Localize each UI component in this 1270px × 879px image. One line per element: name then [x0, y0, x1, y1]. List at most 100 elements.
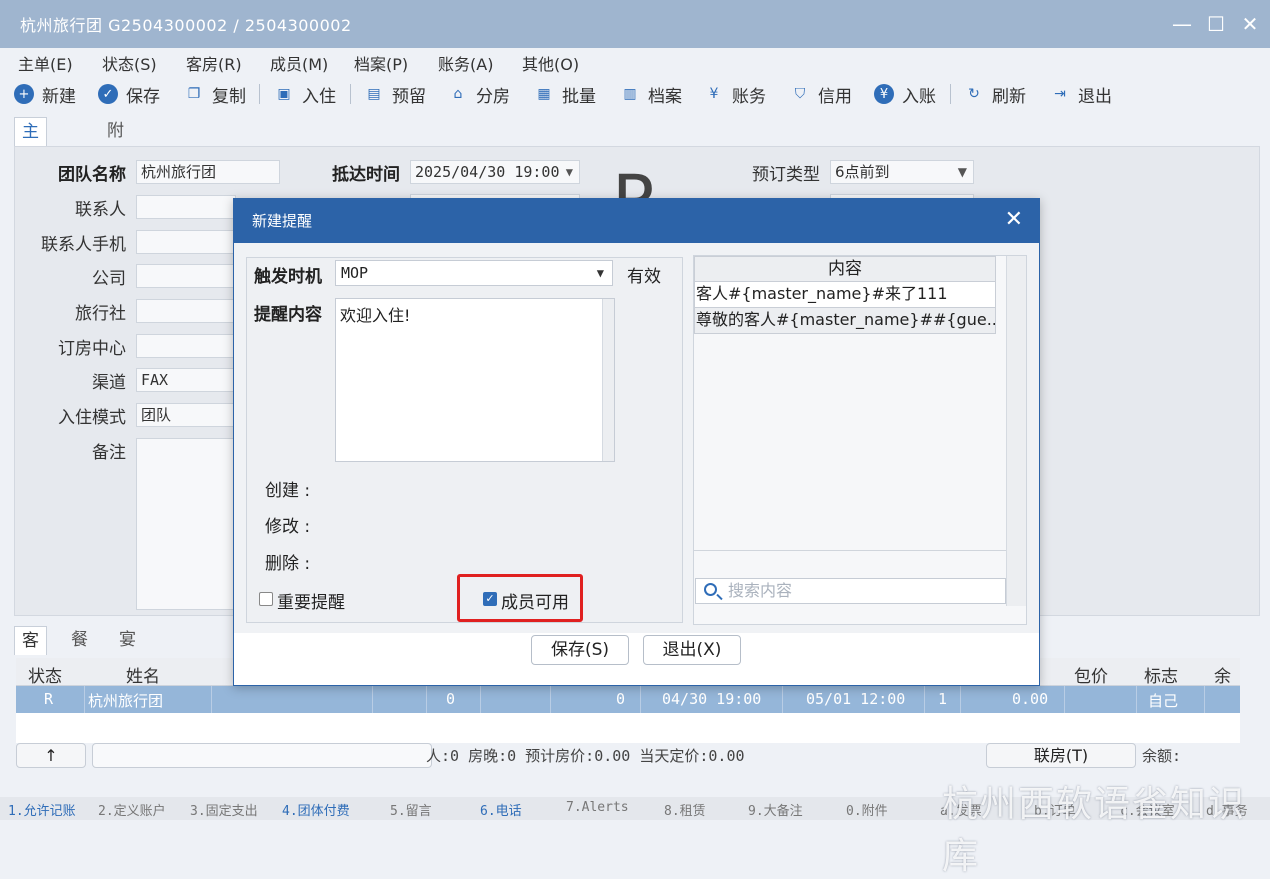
profile-label: 档案 [648, 86, 682, 107]
refresh-label: 刷新 [992, 86, 1026, 107]
channel-field[interactable]: FAX [136, 368, 236, 392]
col-divider [426, 686, 427, 713]
chevron-down-icon: ▼ [565, 165, 573, 179]
home-icon: ⌂ [453, 86, 463, 102]
table-header-content[interactable]: 内容 [694, 256, 996, 282]
col-package[interactable]: 包价 [1074, 662, 1108, 687]
group-name-field[interactable]: 杭州旅行团 [136, 160, 280, 184]
menu-master[interactable]: 主单(E) [18, 51, 73, 75]
member-available-label: 成员可用 [501, 593, 569, 613]
important-checkbox[interactable] [259, 592, 273, 606]
col-name[interactable]: 姓名 [126, 662, 160, 687]
search-input[interactable]: 搜索内容 [695, 578, 1006, 604]
content-textarea[interactable]: 欢迎入住! [335, 298, 615, 462]
tab-allow-posting[interactable]: 1.允许记账 [8, 800, 76, 819]
remark-label: 备注 [92, 443, 126, 463]
exit-dialog-button[interactable]: 退出(X) [643, 635, 741, 665]
save-button[interactable]: ✓ 保存 [98, 81, 160, 107]
tab-dining[interactable]: 餐饮 [64, 626, 95, 678]
tab-banquet[interactable]: 宴会 [112, 626, 143, 678]
tab-fixed-charges[interactable]: 3.固定支出 [190, 800, 258, 819]
col-divider [1064, 686, 1065, 713]
content-label: 提醒内容 [254, 305, 322, 325]
check-icon: ✓ [98, 84, 118, 104]
tab-phone[interactable]: 6.电话 [480, 800, 522, 819]
booking-type-field[interactable]: 6点前到 ▼ [830, 160, 974, 184]
menu-room[interactable]: 客房(R) [186, 51, 242, 75]
arrival-field[interactable]: 2025/04/30 19:00 ▼ [410, 160, 580, 184]
tab-main-info[interactable]: 主要信息 [14, 117, 47, 226]
contact-phone-field[interactable] [136, 230, 236, 254]
maximize-button[interactable]: ☐ [1204, 12, 1228, 36]
status-bar: ↑ 人:0 房晚:0 预计房价:0.00 当天定价:0.00 联房(T) 余额: [16, 741, 1240, 771]
chevron-down-icon: ▼ [957, 165, 967, 179]
col-divider [84, 686, 85, 713]
booking-center-field[interactable] [136, 334, 236, 358]
table-row[interactable]: R 杭州旅行团 0 0 04/30 19:00 05/01 12:00 1 0.… [16, 686, 1240, 713]
exit-button[interactable]: ⇥ 退出 [1050, 81, 1112, 107]
reminder-form-panel: 触发时机 MOP ▼ 有效 提醒内容 欢迎入住! 创建 : 修改 : 删除 : 重… [246, 257, 683, 623]
tab-extra-info[interactable]: 附加信息 [100, 117, 131, 225]
move-up-button[interactable]: ↑ [16, 743, 86, 768]
plus-icon: + [14, 84, 34, 104]
list-item[interactable]: 尊敬的客人#{master_name}##{gue... [694, 308, 996, 334]
dialog-body: 触发时机 MOP ▼ 有效 提醒内容 欢迎入住! 创建 : 修改 : 删除 : 重… [234, 243, 1039, 633]
list-item[interactable]: 客人#{master_name}#来了111 [694, 282, 996, 308]
cell-rooms: 1 [938, 690, 948, 708]
checkin-button[interactable]: ▣ 入住 [274, 81, 336, 107]
close-icon[interactable]: ✕ [1005, 207, 1023, 232]
close-window-button[interactable]: ✕ [1238, 12, 1262, 36]
tab-attachment[interactable]: 0.附件 [846, 800, 888, 819]
company-field[interactable] [136, 264, 236, 288]
tab-message[interactable]: 5.留言 [390, 800, 432, 819]
account-button[interactable]: ¥ 账务 [704, 81, 766, 107]
batch-button[interactable]: ▦ 批量 [534, 81, 596, 107]
person-icon: ▣ [277, 86, 291, 102]
profile-button[interactable]: ▥ 档案 [620, 81, 682, 107]
booking-type-value: 6点前到 [835, 163, 890, 181]
menu-status[interactable]: 状态(S) [102, 51, 157, 75]
watermark: 杭州西软语雀知识库 [942, 784, 1247, 877]
search-icon [704, 583, 717, 596]
new-label: 新建 [42, 86, 76, 107]
remark-field[interactable] [136, 438, 236, 610]
member-available-checkbox[interactable]: ✓ [483, 592, 497, 606]
post-button[interactable]: ¥ 入账 [874, 81, 936, 107]
credit-button[interactable]: ⛉ 信用 [790, 81, 852, 107]
tab-big-remark[interactable]: 9.大备注 [748, 800, 803, 819]
assign-room-button[interactable]: ⌂ 分房 [448, 81, 510, 107]
cell-flag: 自己 [1148, 692, 1179, 710]
refresh-button[interactable]: ↻ 刷新 [964, 81, 1026, 107]
new-button[interactable]: + 新建 [14, 81, 76, 107]
tab-alerts[interactable]: 7.Alerts [566, 800, 629, 815]
minimize-button[interactable]: — [1170, 12, 1194, 36]
col-divider [211, 686, 212, 713]
list-scrollbar[interactable] [1006, 256, 1026, 606]
balance-label: 余额: [1142, 747, 1182, 765]
trigger-select[interactable]: MOP ▼ [335, 260, 613, 286]
menu-other[interactable]: 其他(O) [522, 51, 579, 75]
valid-label: 有效 [627, 267, 661, 287]
menu-profile[interactable]: 档案(P) [354, 51, 408, 75]
tab-rental[interactable]: 8.租赁 [664, 800, 706, 819]
col-status[interactable]: 状态 [28, 662, 62, 687]
checkin-mode-field[interactable]: 团队 [136, 403, 236, 427]
agency-field[interactable] [136, 299, 236, 323]
save-reminder-button[interactable]: 保存(S) [531, 635, 629, 665]
tab-rooms[interactable]: 客房 [14, 626, 47, 679]
col-flag[interactable]: 标志 [1144, 662, 1178, 687]
reminder-list-panel: 内容 客人#{master_name}#来了111 尊敬的客人#{master_… [693, 255, 1027, 625]
reserve-button[interactable]: ▤ 预留 [364, 81, 426, 107]
link-room-button[interactable]: 联房(T) [986, 743, 1136, 768]
cell-depart: 05/01 12:00 [806, 690, 906, 708]
textarea-scrollbar[interactable] [602, 299, 614, 461]
divider [694, 550, 1006, 551]
menu-member[interactable]: 成员(M) [270, 51, 328, 75]
status-input[interactable] [92, 743, 432, 768]
tab-define-account[interactable]: 2.定义账户 [98, 800, 166, 819]
copy-button[interactable]: ❐ 复制 [184, 81, 246, 107]
menu-account[interactable]: 账务(A) [438, 51, 493, 75]
contact-field[interactable] [136, 195, 236, 219]
title-bar: 杭州旅行团 G2504300002 / 2504300002 — ☐ ✕ [0, 0, 1270, 48]
tab-group-pay[interactable]: 4.团体付费 [282, 800, 350, 819]
